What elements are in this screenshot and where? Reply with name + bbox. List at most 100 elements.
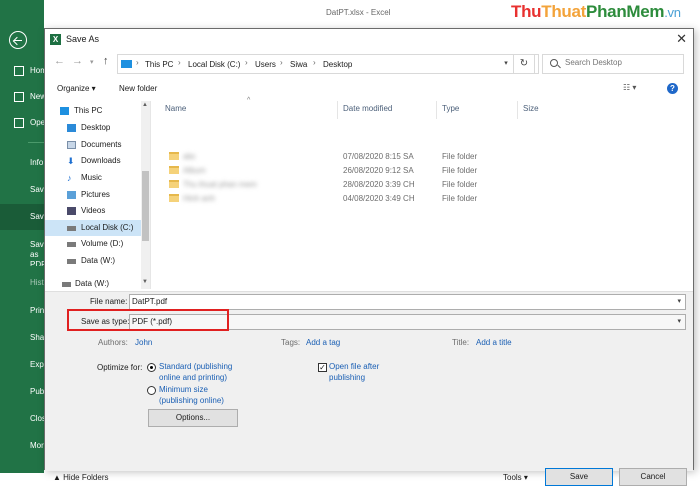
folder-icon <box>169 166 179 174</box>
tree-item-local-disk[interactable]: Local Disk (C:) <box>45 220 141 236</box>
recent-locations-icon[interactable]: ▾ <box>90 58 94 66</box>
file-type: File folder <box>442 166 478 175</box>
optimize-minimum-radio[interactable] <box>147 386 156 395</box>
forward-icon[interactable]: → <box>72 55 83 67</box>
backstage-item-history[interactable]: History <box>0 270 44 296</box>
breadcrumb-local-disk[interactable]: Local Disk (C:) <box>188 60 240 69</box>
new-folder-button[interactable]: New folder <box>119 84 157 93</box>
save-button[interactable]: Save <box>545 468 613 486</box>
options-button[interactable]: Options... <box>148 409 238 427</box>
dialog-titlebar: X Save As ✕ <box>45 29 693 51</box>
folder-icon <box>169 152 179 160</box>
optimize-standard-radio[interactable] <box>147 363 156 372</box>
column-divider[interactable] <box>517 101 518 119</box>
cancel-button[interactable]: Cancel <box>619 468 687 486</box>
back-arrow-icon[interactable] <box>9 31 27 49</box>
tree-item-documents[interactable]: Documents <box>45 137 141 153</box>
backstage-item-export[interactable]: Export <box>0 352 44 378</box>
backstage-item-open[interactable]: Open <box>0 110 44 136</box>
scroll-down-icon[interactable]: ▼ <box>142 279 148 285</box>
open-after-label[interactable]: Open file after publishing <box>329 361 389 383</box>
breadcrumb-desktop[interactable]: Desktop <box>323 60 352 69</box>
backstage-item-share[interactable]: Share <box>0 325 44 351</box>
optimize-label: Optimize for: <box>97 363 143 372</box>
tree-item-downloads[interactable]: ⬇ Downloads <box>45 153 141 169</box>
backstage-item-publish[interactable]: Publish <box>0 379 44 405</box>
tree-item-network-data-w[interactable]: Data (W:) <box>45 276 141 289</box>
backstage-item-more[interactable]: More <box>0 433 44 459</box>
chevron-down-icon[interactable]: ▾ <box>677 295 681 309</box>
tree-item-this-pc[interactable]: This PC <box>45 103 141 119</box>
close-icon[interactable]: ✕ <box>676 31 687 47</box>
backstage-item-new[interactable]: New <box>0 84 44 110</box>
backstage-item-info[interactable]: Info <box>0 150 44 176</box>
file-date: 04/08/2020 3:49 CH <box>343 194 415 203</box>
search-icon <box>550 59 558 67</box>
title-field[interactable]: Add a title <box>476 338 512 347</box>
network-drive-icon <box>62 282 71 287</box>
view-options-icon[interactable]: ☷ ▾ <box>623 83 636 92</box>
backstage-item-label: Close <box>30 414 44 423</box>
excel-titlebar: DatPT.xlsx - Excel ThuThuatPhanMem.vn <box>0 0 700 28</box>
chevron-down-icon: ▾ <box>521 473 528 482</box>
file-name-field[interactable]: DatPT.pdf ▾ <box>129 294 686 310</box>
tree-item-label: Downloads <box>81 156 121 165</box>
save-type-select[interactable]: PDF (*.pdf) ▾ <box>129 314 686 330</box>
breadcrumb-users[interactable]: Users <box>255 60 276 69</box>
tree-item-desktop[interactable]: Desktop <box>45 120 141 136</box>
tree-item-videos[interactable]: Videos <box>45 203 141 219</box>
help-icon[interactable]: ? <box>667 83 678 94</box>
optimize-standard-label[interactable]: Standard (publishing online and printing… <box>159 361 239 383</box>
save-type-value: PDF (*.pdf) <box>132 317 173 326</box>
back-icon[interactable]: ← <box>54 55 65 67</box>
tree-item-music[interactable]: ♪ Music <box>45 170 141 186</box>
column-header-type[interactable]: Type <box>442 104 459 113</box>
search-input[interactable] <box>565 58 675 67</box>
backstage-item-save-as[interactable]: Save As <box>0 204 44 230</box>
table-row[interactable]: abc 07/08/2020 8:15 SA File folder <box>153 150 673 164</box>
tree-item-volume-d[interactable]: Volume (D:) <box>45 236 141 252</box>
column-header-name[interactable]: Name <box>165 104 186 113</box>
column-divider[interactable] <box>436 101 437 119</box>
open-after-checkbox[interactable]: ✓ <box>318 363 327 372</box>
hide-folders-button[interactable]: ▲ Hide Folders <box>53 473 109 482</box>
organize-button[interactable]: Organize ▾ <box>57 84 96 93</box>
backstage-item-label: History <box>30 278 44 287</box>
refresh-icon[interactable]: ↻ <box>513 54 535 74</box>
file-list: Name ^ Date modified Type Size abc 07/08… <box>153 97 687 289</box>
file-name-label: File name: <box>90 297 128 306</box>
chevron-down-icon[interactable]: ▾ <box>677 315 681 329</box>
breadcrumb-this-pc[interactable]: This PC <box>145 60 173 69</box>
column-divider[interactable] <box>337 101 338 119</box>
backstage-item-save[interactable]: Save <box>0 177 44 203</box>
authors-field[interactable]: John <box>135 338 152 347</box>
scroll-up-icon[interactable]: ▲ <box>142 102 148 108</box>
up-folder-icon[interactable]: ↑ <box>103 55 109 67</box>
address-bar[interactable]: › This PC › Local Disk (C:) › Users › Si… <box>117 54 539 74</box>
backstage-item-home[interactable]: Home <box>0 58 44 84</box>
file-type: File folder <box>442 194 478 203</box>
optimize-minimum-label[interactable]: Minimum size (publishing online) <box>159 384 234 406</box>
desktop-icon <box>67 124 76 132</box>
backstage-item-print[interactable]: Print <box>0 298 44 324</box>
tree-scrollbar[interactable]: ▲ ▼ <box>141 101 150 289</box>
column-header-size[interactable]: Size <box>523 104 539 113</box>
table-row[interactable]: Hinh anh 04/08/2020 3:49 CH File folder <box>153 192 673 206</box>
scrollbar-thumb[interactable] <box>142 171 149 241</box>
chevron-up-icon: ▲ <box>53 473 64 482</box>
breadcrumb-siwa[interactable]: Siwa <box>290 60 307 69</box>
authors-label: Authors: <box>98 338 128 347</box>
computer-icon <box>121 60 132 68</box>
tags-field[interactable]: Add a tag <box>306 338 340 347</box>
tree-item-pictures[interactable]: Pictures <box>45 187 141 203</box>
tags-label: Tags: <box>281 338 301 347</box>
save-as-dialog: X Save As ✕ ← → ▾ ↑ › This PC › Local Di… <box>44 28 694 486</box>
tools-button[interactable]: Tools ▾ <box>503 473 528 482</box>
backstage-item-close[interactable]: Close <box>0 406 44 432</box>
search-box[interactable] <box>542 54 684 74</box>
tree-item-data-w[interactable]: Data (W:) <box>45 253 141 269</box>
table-row[interactable]: Thu thuat phan mem 28/08/2020 3:39 CH Fi… <box>153 178 673 192</box>
column-header-date[interactable]: Date modified <box>343 104 392 113</box>
backstage-item-save-pdf[interactable]: Save as PDF <box>0 236 44 266</box>
table-row[interactable]: Album 26/08/2020 9:12 SA File folder <box>153 164 673 178</box>
